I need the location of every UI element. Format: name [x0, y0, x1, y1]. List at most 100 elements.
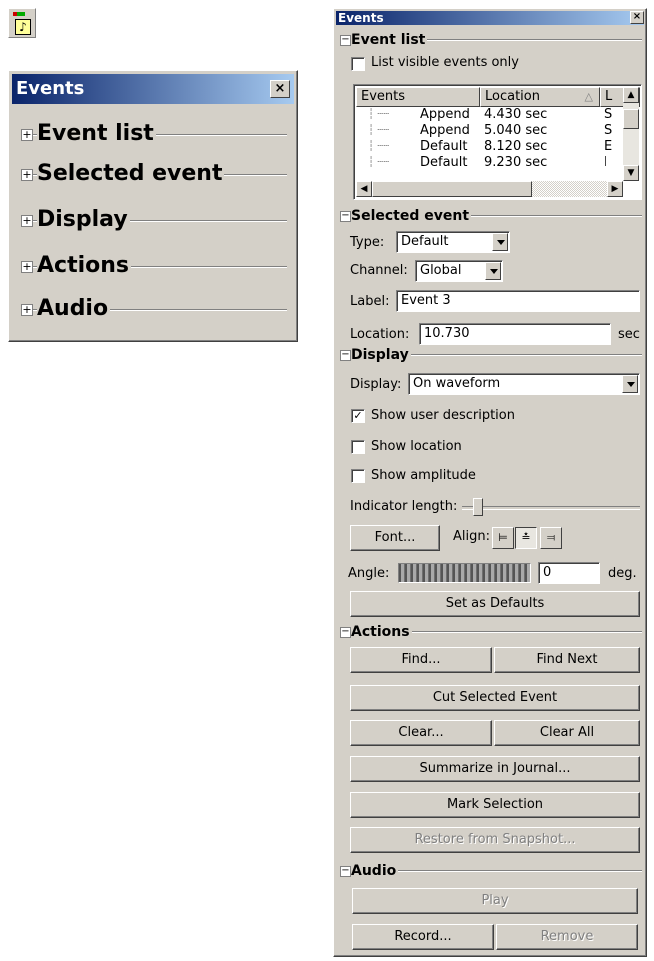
section-label: Audio — [351, 862, 399, 880]
section-label: Event list — [37, 121, 156, 147]
collapse-icon[interactable]: − — [340, 866, 351, 877]
list-item[interactable]: ┆ ┄┄ Append 5.040 sec S — [356, 123, 612, 139]
scroll-up-icon[interactable]: ▲ — [623, 87, 639, 103]
visible-only-label: List visible events only — [371, 55, 519, 70]
remove-button: Remove — [496, 924, 638, 950]
find-next-button[interactable]: Find Next — [494, 647, 640, 673]
section-label: Audio — [37, 296, 111, 322]
mark-selection-button[interactable]: Mark Selection — [350, 792, 640, 818]
collapse-icon[interactable]: − — [340, 35, 351, 46]
scroll-down-icon[interactable]: ▼ — [623, 165, 639, 181]
section-event-list[interactable]: + Event list — [19, 121, 287, 151]
vertical-scrollbar[interactable]: ▲ ▼ — [623, 87, 639, 181]
expand-icon[interactable]: + — [21, 261, 33, 273]
cut-selected-event-button[interactable]: Cut Selected Event — [350, 685, 640, 711]
scroll-thumb[interactable] — [623, 109, 639, 129]
section-event-list[interactable]: − Event list — [338, 31, 642, 49]
events-note-icon[interactable]: ♪ — [8, 8, 36, 38]
expand-icon[interactable]: + — [21, 304, 33, 316]
display-select[interactable]: On waveform — [408, 373, 640, 395]
section-label: Display — [351, 346, 411, 364]
angle-label: Angle: — [348, 566, 390, 581]
show-amplitude-checkbox[interactable] — [351, 469, 365, 483]
restore-from-snapshot-button: Restore from Snapshot... — [350, 827, 640, 853]
display-value: On waveform — [413, 376, 501, 391]
find-button[interactable]: Find... — [350, 647, 492, 673]
indicator-length-track — [462, 506, 640, 510]
section-actions[interactable]: + Actions — [19, 253, 287, 283]
panel-title-bar: Events × — [12, 74, 294, 104]
section-label: Event list — [351, 31, 428, 49]
panel-title: Events — [16, 78, 85, 99]
font-button[interactable]: Font... — [350, 525, 440, 551]
event-name: Append — [420, 123, 470, 138]
angle-input[interactable]: 0 — [538, 562, 600, 584]
show-amplitude-label: Show amplitude — [371, 468, 476, 483]
list-item[interactable]: ┆ ┄┄ Default 9.230 sec E — [356, 155, 606, 167]
collapse-icon[interactable]: − — [340, 627, 351, 638]
type-select[interactable]: Default — [396, 231, 510, 253]
music-note-icon: ♪ — [15, 19, 31, 35]
set-as-defaults-button[interactable]: Set as Defaults — [350, 591, 640, 617]
show-location-checkbox[interactable] — [351, 440, 365, 454]
section-actions[interactable]: − Actions — [338, 623, 642, 641]
chevron-down-icon[interactable] — [622, 375, 638, 393]
section-selected-event[interactable]: + Selected event — [19, 161, 287, 191]
event-location: 4.430 sec — [484, 107, 548, 122]
horizontal-scrollbar[interactable]: ◀ ▶ — [356, 181, 623, 197]
section-audio[interactable]: − Audio — [338, 862, 642, 880]
visible-only-checkbox[interactable] — [351, 57, 365, 71]
collapse-icon[interactable]: − — [340, 350, 351, 361]
event-location: 9.230 sec — [484, 155, 548, 167]
type-label: Type: — [350, 235, 385, 250]
section-label: Actions — [351, 623, 412, 641]
event-l: S — [604, 123, 613, 138]
channel-select[interactable]: Global — [415, 260, 503, 282]
close-button[interactable]: × — [630, 11, 644, 24]
column-header-events[interactable]: Events — [356, 87, 480, 107]
panel-title-bar: Events × — [336, 11, 644, 25]
chevron-down-icon[interactable] — [485, 262, 501, 280]
scroll-right-icon[interactable]: ▶ — [607, 181, 623, 197]
section-display[interactable]: − Display — [338, 346, 642, 364]
scroll-left-icon[interactable]: ◀ — [356, 181, 372, 197]
display-label: Display: — [350, 377, 402, 392]
events-panel-collapsed: Events × + Event list + Selected event +… — [8, 70, 298, 342]
events-panel-expanded: Events × − Event list List visible event… — [333, 8, 647, 957]
clear-button[interactable]: Clear... — [350, 720, 492, 746]
event-name: Append — [420, 107, 470, 122]
section-audio[interactable]: + Audio — [19, 296, 287, 326]
event-l: E — [604, 155, 606, 167]
expand-icon[interactable]: + — [21, 215, 33, 227]
show-user-description-label: Show user description — [371, 408, 515, 423]
section-selected-event[interactable]: − Selected event — [338, 207, 642, 225]
location-input[interactable]: 10.730 — [419, 323, 611, 345]
angle-unit: deg. — [608, 566, 637, 581]
angle-dial[interactable] — [398, 563, 531, 583]
align-right-icon[interactable]: ⫤ — [540, 527, 562, 549]
indicator-length-slider[interactable] — [473, 498, 483, 516]
column-header-location[interactable]: Location △ — [480, 87, 600, 107]
expand-icon[interactable]: + — [21, 169, 33, 181]
align-center-icon[interactable]: ≛ — [515, 527, 537, 549]
scroll-thumb[interactable] — [372, 181, 532, 197]
expand-icon[interactable]: + — [21, 129, 33, 141]
section-display[interactable]: + Display — [19, 207, 287, 237]
collapse-icon[interactable]: − — [340, 211, 351, 222]
show-user-description-checkbox[interactable]: ✓ — [351, 409, 365, 423]
chevron-down-icon[interactable] — [492, 233, 508, 251]
label-input[interactable]: Event 3 — [396, 290, 640, 312]
section-label: Display — [37, 207, 130, 233]
align-left-icon[interactable]: ⊨ — [492, 527, 514, 549]
summarize-in-journal-button[interactable]: Summarize in Journal... — [350, 756, 640, 782]
event-list-view[interactable]: Events Location △ L ┆ ┄┄ Append 4.430 se… — [353, 84, 642, 200]
clear-all-button[interactable]: Clear All — [494, 720, 640, 746]
channel-value: Global — [420, 263, 462, 278]
section-label: Selected event — [37, 161, 225, 187]
record-button[interactable]: Record... — [352, 924, 494, 950]
event-l: S — [604, 107, 613, 122]
list-item[interactable]: ┆ ┄┄ Default 8.120 sec E — [356, 139, 612, 155]
tree-line-icon: ┆ ┄┄ — [368, 157, 390, 167]
close-button[interactable]: × — [270, 80, 290, 98]
list-item[interactable]: ┆ ┄┄ Append 4.430 sec S — [356, 107, 612, 123]
